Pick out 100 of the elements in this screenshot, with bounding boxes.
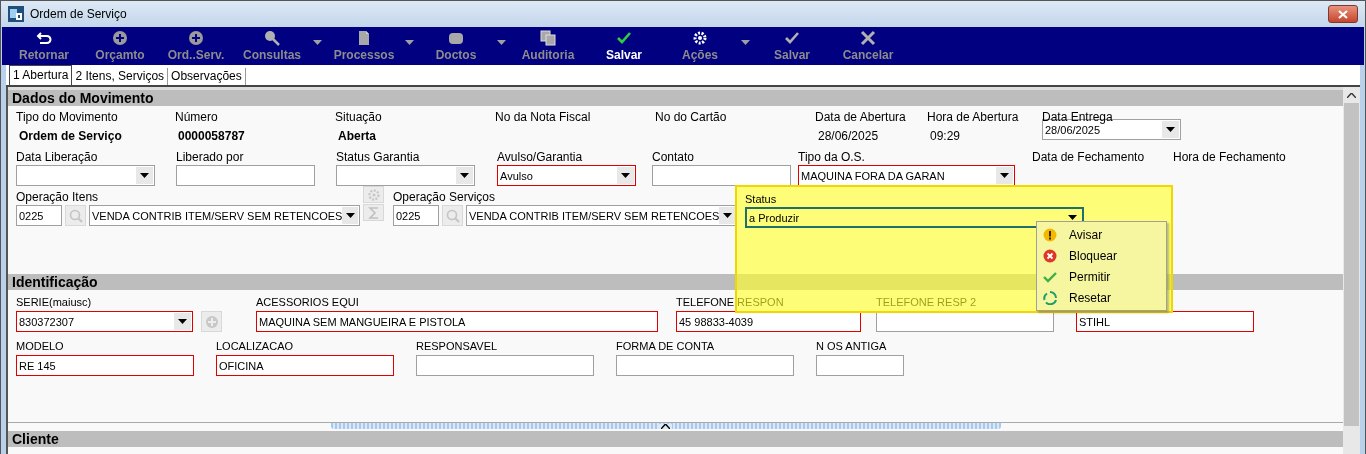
folder-icon: [448, 30, 464, 46]
field-label: TELEFONE RESP 2: [876, 295, 977, 310]
toolbar-button[interactable]: Salvar: [754, 27, 830, 65]
tab[interactable]: 1 Abertura: [9, 65, 73, 85]
field-label: Status: [745, 192, 777, 207]
search-icon: [68, 208, 83, 223]
dropdown-field[interactable]: [16, 165, 155, 186]
field-value: 09:29: [929, 128, 962, 145]
menu-item[interactable]: Resetar: [1037, 287, 1166, 308]
caret-icon[interactable]: [497, 39, 506, 45]
sum-button[interactable]: [363, 204, 384, 221]
text-field[interactable]: STIHL: [1076, 311, 1254, 332]
field-label: Hora de Fechamento: [1173, 149, 1286, 165]
plus-circle-icon: [204, 314, 219, 329]
toolbar-button[interactable]: Salvar: [586, 27, 662, 65]
field-value: Aberta: [337, 128, 377, 145]
text-field[interactable]: 45 98833-4039: [676, 311, 861, 332]
close-icon: [860, 30, 876, 46]
search-button[interactable]: [65, 205, 86, 226]
field-label: Tipo do Movimento: [16, 109, 118, 125]
field-label: FORMA DE CONTA: [616, 339, 715, 354]
gear-icon: [692, 30, 708, 46]
field-label: SERIE(maiusc): [16, 295, 92, 310]
field-label: Contato: [652, 149, 695, 165]
toolbar-button[interactable]: Consultas: [234, 27, 310, 65]
field-label: Hora de Abertura: [927, 109, 1019, 125]
text-field[interactable]: MAQUINA SEM MANGUEIRA E PISTOLA: [256, 311, 658, 332]
warning-icon: [1043, 227, 1057, 242]
splitter-handle[interactable]: [330, 423, 1001, 429]
caret-icon[interactable]: [741, 39, 750, 45]
sigma-icon: [367, 206, 380, 219]
dropdown-arrow-icon[interactable]: [722, 213, 732, 218]
code-field[interactable]: 0225: [393, 205, 439, 226]
close-button[interactable]: [1328, 5, 1358, 23]
scroll-up-icon[interactable]: [1347, 93, 1356, 98]
tab[interactable]: 2 Itens, Serviços: [72, 68, 169, 85]
dropdown-field[interactable]: MAQUINA FORA DA GARAN: [798, 165, 1015, 186]
field-value: 28/06/2025: [817, 128, 880, 145]
scrollbar[interactable]: [1343, 87, 1360, 454]
dropdown-arrow-icon[interactable]: [460, 173, 469, 178]
toolbar-button[interactable]: Cancelar: [830, 27, 906, 65]
dropdown-field[interactable]: 830372307: [16, 311, 193, 332]
close-icon: [1338, 9, 1348, 19]
text-field[interactable]: [416, 355, 594, 376]
add-button[interactable]: [201, 311, 222, 332]
dropdown-arrow-icon[interactable]: [1166, 127, 1175, 132]
text-field[interactable]: [816, 355, 904, 376]
dropdown-field[interactable]: VENDA CONTRIB ITEM/SERV SEM RETENCOES: [466, 205, 737, 226]
field-label: TELEFONE RESPON: [676, 295, 784, 310]
toolbar-button[interactable]: Ord..Serv.: [158, 27, 234, 65]
menu-item[interactable]: Bloquear: [1037, 245, 1166, 266]
search-button[interactable]: [442, 205, 463, 226]
plus-circle-icon: [112, 30, 128, 46]
field-label: Avulso/Garantia: [497, 149, 583, 165]
section-header: Cliente: [8, 431, 1343, 447]
toolbar-button[interactable]: Doctos: [418, 27, 494, 65]
dropdown-arrow-icon[interactable]: [140, 173, 149, 178]
dropdown-field[interactable]: a Produzir: [745, 207, 1084, 228]
text-field[interactable]: [876, 311, 1054, 332]
toolbar-button[interactable]: Auditoria: [510, 27, 586, 65]
dropdown-arrow-icon[interactable]: [345, 213, 355, 218]
field-label: Número: [175, 109, 218, 125]
field-label: No do Cartão: [655, 109, 727, 125]
dropdown-arrow-icon[interactable]: [1068, 215, 1077, 220]
field-label: No da Nota Fiscal: [495, 109, 591, 125]
caret-icon[interactable]: [313, 39, 322, 45]
field-label: Data de Fechamento: [1032, 149, 1145, 165]
window-title: Ordem de Serviço: [30, 7, 128, 21]
app-icon: [8, 6, 24, 22]
field-label: Data de Abertura: [815, 109, 906, 125]
dropdown-field[interactable]: [336, 165, 475, 186]
code-field[interactable]: 0225: [16, 205, 62, 226]
field-label: LOCALIZACAO: [216, 339, 294, 354]
text-field[interactable]: RE 145: [16, 355, 194, 376]
field-label: RESPONSAVEL: [416, 339, 498, 354]
text-field[interactable]: OFICINA: [216, 355, 394, 376]
dropdown-arrow-icon[interactable]: [1000, 173, 1009, 178]
settings-button[interactable]: [363, 186, 384, 203]
text-field[interactable]: [652, 165, 791, 186]
menu-item[interactable]: Permitir: [1037, 266, 1166, 287]
dropdown-field[interactable]: Avulso: [497, 165, 636, 186]
text-field[interactable]: [176, 165, 315, 186]
toolbar-button[interactable]: Retornar: [6, 27, 82, 65]
scroll-thumb[interactable]: [1344, 103, 1359, 426]
check-icon: [784, 30, 800, 46]
dropdown-field[interactable]: VENDA CONTRIB ITEM/SERV SEM RETENCOES: [89, 205, 360, 226]
field-label: Data Liberação: [16, 149, 98, 165]
toolbar-button[interactable]: Ações: [662, 27, 738, 65]
field-label: MODELO: [16, 339, 64, 354]
dropdown-arrow-icon[interactable]: [621, 173, 630, 178]
caret-icon: [659, 423, 672, 429]
tab[interactable]: Observações: [168, 68, 246, 85]
text-field[interactable]: [616, 355, 794, 376]
documents-icon: [540, 30, 556, 46]
search-icon: [445, 208, 460, 223]
caret-icon[interactable]: [405, 39, 414, 45]
dropdown-arrow-icon[interactable]: [178, 319, 187, 324]
toolbar-button[interactable]: Processos: [326, 27, 402, 65]
toolbar-button[interactable]: Orçamto: [82, 27, 158, 65]
field-label: Situação: [335, 109, 382, 125]
